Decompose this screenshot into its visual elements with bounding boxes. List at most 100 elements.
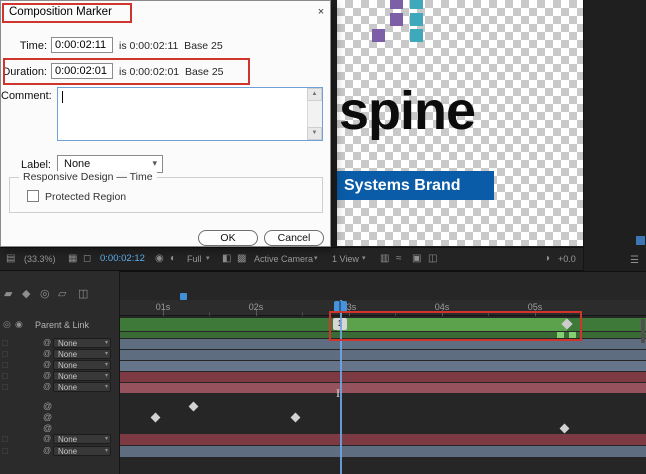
chevron-down-icon: ▾ (105, 361, 108, 370)
comment-scrollbar[interactable]: ▲ ▼ (307, 88, 322, 140)
panel-divider (583, 0, 584, 271)
camera-view-dropdown[interactable]: Active Camera (254, 248, 313, 270)
pickwhip-icon[interactable]: @ (43, 447, 51, 455)
eye-icon[interactable]: ◎ (3, 320, 11, 329)
logo-wordmark: spine (339, 84, 475, 138)
pickwhip-icon[interactable]: @ (43, 413, 52, 422)
comment-label: Comment: (1, 90, 51, 102)
audio-icon[interactable]: ◉ (15, 320, 23, 329)
transparency-grid-icon[interactable]: ▩ (237, 248, 246, 270)
layer-bar[interactable] (120, 350, 646, 360)
panel-menu-icon[interactable]: ☰ (630, 250, 639, 272)
snapshot-icon[interactable]: ◉ (155, 248, 164, 270)
pickwhip-icon[interactable]: @ (43, 350, 51, 358)
draft-3d-icon[interactable]: ◆ (22, 289, 30, 300)
safe-margins-icon[interactable]: ▦ (68, 248, 77, 270)
grid-guides-icon[interactable]: ▣ (412, 248, 421, 270)
scroll-down-icon: ▼ (312, 130, 318, 136)
layer-switch[interactable] (2, 436, 8, 442)
responsive-design-title: Responsive Design — Time (19, 171, 157, 183)
show-channels-icon[interactable]: ◐ (170, 248, 176, 270)
protected-region-label: Protected Region (45, 191, 126, 203)
chevron-down-icon: ▾ (105, 350, 108, 359)
pickwhip-icon[interactable]: @ (43, 402, 52, 411)
pickwhip-icon[interactable]: @ (43, 383, 51, 391)
ruler-tick-minor (302, 312, 303, 316)
time-info: is 0:00:02:11 Base 25 (119, 40, 223, 52)
layer-switch[interactable] (2, 351, 8, 357)
text-cursor: I (336, 387, 340, 399)
expand-icon[interactable]: ▤ (6, 248, 15, 270)
chevron-down-icon: ▾ (314, 248, 318, 270)
logo-square (390, 13, 403, 26)
resolution-dropdown[interactable]: Full (187, 248, 202, 270)
pickwhip-icon[interactable]: @ (43, 372, 51, 380)
layer-bar[interactable] (120, 446, 646, 457)
parent-dropdown[interactable]: None ▾ (53, 338, 111, 348)
pickwhip-icon[interactable]: @ (43, 361, 51, 369)
brand-banner-text: Systems Brand (337, 171, 494, 200)
motion-blur-icon[interactable]: ◫ (78, 289, 88, 300)
viewport-scrollbar-thumb[interactable] (636, 236, 645, 245)
parent-dropdown[interactable]: None ▾ (53, 371, 111, 381)
logo-square (410, 13, 423, 26)
pickwhip-icon[interactable]: @ (43, 424, 52, 433)
comment-field[interactable]: ▲ ▼ (57, 87, 323, 141)
after-effects-window: spine Systems Brand ☰ ▤ (33.3%) ▦ ◻ 0:00… (0, 0, 646, 474)
scroll-down-button[interactable]: ▼ (307, 127, 322, 140)
chevron-down-icon: ▾ (362, 248, 366, 270)
layer-switch[interactable] (2, 384, 8, 390)
pickwhip-icon[interactable]: @ (43, 435, 51, 443)
mask-visibility-icon[interactable]: ◻ (83, 248, 91, 270)
composition-toolbar: ▤ (33.3%) ▦ ◻ 0:00:02:12 ◉ ◐ Full ▾ ◧ ▩ … (0, 247, 583, 271)
region-of-interest-icon[interactable]: ◧ (222, 248, 231, 270)
view-layout-dropdown[interactable]: 1 View (332, 248, 359, 270)
text-caret (62, 91, 63, 103)
mini-flowchart-icon[interactable]: ◫ (428, 248, 437, 270)
parent-dropdown[interactable]: None ▾ (53, 382, 111, 392)
ruler-tick (163, 310, 164, 316)
mini-flowchart-icon[interactable]: ▰ (4, 289, 12, 300)
layer-bar[interactable] (120, 383, 646, 393)
layer-switch[interactable] (2, 448, 8, 454)
cancel-button[interactable]: Cancel (264, 230, 324, 246)
parent-dropdown-value: None (58, 339, 77, 348)
parent-dropdown[interactable]: None ▾ (53, 360, 111, 370)
chevron-down-icon: ▾ (105, 435, 108, 444)
current-timecode[interactable]: 0:00:02:12 (100, 248, 145, 270)
time-field[interactable] (51, 37, 113, 53)
parent-dropdown[interactable]: None ▾ (53, 446, 111, 456)
layer-switch[interactable] (2, 373, 8, 379)
scroll-up-button[interactable]: ▲ (307, 88, 322, 101)
parent-dropdown[interactable]: None ▾ (53, 434, 111, 444)
fast-previews-icon[interactable]: ≈ (396, 248, 402, 270)
layer-switch[interactable] (2, 362, 8, 368)
layer-bar[interactable] (120, 434, 646, 445)
ok-button[interactable]: OK (198, 230, 258, 246)
chevron-down-icon: ▾ (105, 383, 108, 392)
logo-square (390, 0, 403, 9)
frame-blending-icon[interactable]: ▱ (58, 289, 66, 300)
layer-bar[interactable] (120, 372, 646, 382)
chevron-down-icon: ▾ (105, 339, 108, 348)
parent-dropdown-value: None (58, 361, 77, 370)
logo-square (372, 29, 385, 42)
close-icon[interactable]: × (313, 4, 329, 20)
annotation-marker-region (329, 311, 582, 341)
chevron-down-icon: ▾ (105, 372, 108, 381)
exposure-icon[interactable]: ◑ (544, 248, 550, 270)
annotation-duration (3, 58, 250, 85)
hide-shy-icon[interactable]: ◎ (40, 289, 50, 300)
comp-marker-chip[interactable] (180, 293, 187, 300)
pixel-aspect-icon[interactable]: ▥ (380, 248, 389, 270)
layer-bar[interactable] (120, 361, 646, 371)
layer-switch[interactable] (2, 340, 8, 346)
parent-dropdown[interactable]: None ▾ (53, 349, 111, 359)
parent-link-header[interactable]: Parent & Link (35, 320, 89, 330)
zoom-level[interactable]: (33.3%) (24, 248, 56, 270)
exposure-value[interactable]: +0.0 (558, 248, 576, 270)
pickwhip-icon[interactable]: @ (43, 339, 51, 347)
protected-region-checkbox[interactable] (27, 190, 39, 202)
composition-marker-dialog: Composition Marker × Time: is 0:00:02:11… (0, 0, 331, 247)
timeline-scrollbar-thumb[interactable] (641, 319, 645, 343)
